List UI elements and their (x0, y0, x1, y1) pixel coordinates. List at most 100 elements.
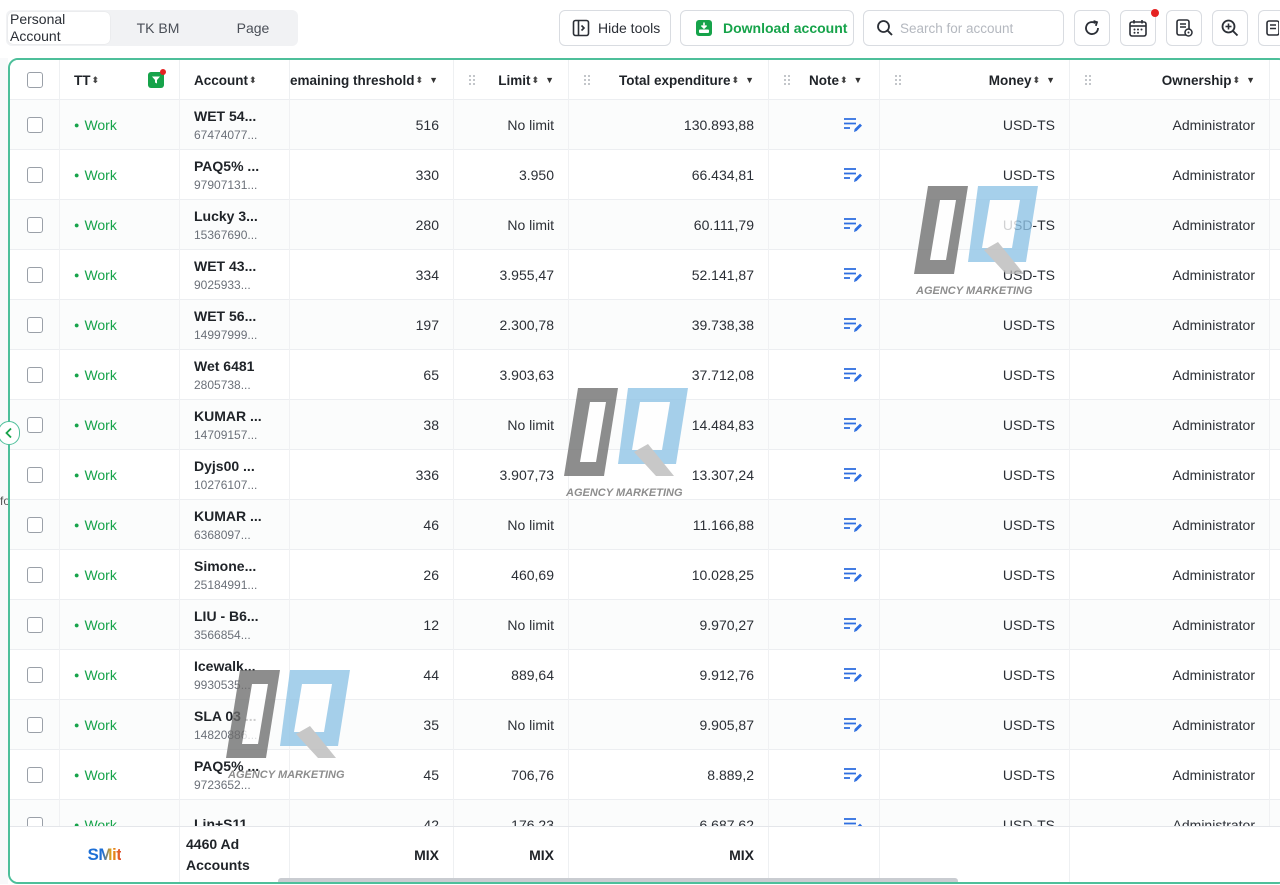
row-checkbox[interactable] (26, 167, 43, 183)
drag-handle-icon[interactable] (783, 74, 791, 89)
account-cell[interactable]: PAQ5% ... 97907131... (180, 150, 290, 200)
chevron-down-icon[interactable]: ▼ (1046, 75, 1055, 85)
chevron-down-icon[interactable]: ▼ (429, 75, 438, 85)
table-row[interactable]: Work Simone... 25184991... 26460,6910.028,2… (10, 550, 1280, 600)
table-row[interactable]: Work PAQ5% ... 9723652... 45706,768.889,2 US… (10, 750, 1280, 800)
row-checkbox[interactable] (26, 717, 43, 733)
row-checkbox[interactable] (26, 117, 43, 133)
download-icon (696, 20, 712, 36)
limit-cell: 3.903,63 (454, 350, 569, 400)
tab-page[interactable]: Page (206, 10, 300, 46)
table-row[interactable]: Work SLA 03 ... 14820886... 35No limit9.905… (10, 700, 1280, 750)
edit-note-icon[interactable] (843, 716, 863, 734)
account-cell[interactable]: Icewalk... 9930535... (180, 650, 290, 700)
account-cell[interactable]: Wet 6481 2805738... (180, 350, 290, 400)
row-checkbox[interactable] (26, 467, 43, 483)
row-checkbox[interactable] (26, 617, 43, 633)
tab-tk-bm[interactable]: TK BM (110, 10, 206, 46)
download-account-button[interactable]: Download account (680, 10, 854, 46)
account-cell[interactable]: LIU - B6... 3566854... (180, 600, 290, 650)
column-account[interactable]: Account ⬍ (180, 60, 290, 100)
table-row[interactable]: Work LIU - B6... 3566854... 12No limit9.970… (10, 600, 1280, 650)
chevron-down-icon[interactable]: ▼ (1246, 75, 1255, 85)
collapse-sidebar-button[interactable] (0, 421, 20, 445)
row-checkbox[interactable] (26, 667, 43, 683)
status-cell: Work (60, 200, 180, 250)
table-row[interactable]: Work Lucky 3... 15367690... 280No limit60.1… (10, 200, 1280, 250)
refresh-button[interactable] (1074, 10, 1110, 46)
account-id: 14709157... (194, 427, 258, 442)
drag-handle-icon[interactable] (468, 74, 476, 89)
edit-note-icon[interactable] (843, 666, 863, 684)
row-checkbox[interactable] (26, 267, 43, 283)
row-checkbox[interactable] (26, 767, 43, 783)
edit-note-icon[interactable] (843, 616, 863, 634)
money-cell: USD-TS (880, 400, 1070, 450)
edit-note-icon[interactable] (843, 416, 863, 434)
limit-cell: No limit (454, 400, 569, 450)
row-checkbox[interactable] (26, 317, 43, 333)
column-total-expenditure[interactable]: Total expenditure ⬍ ▼ (569, 60, 769, 100)
table-row[interactable]: Work WET 43... 9025933... 3343.955,4752.141… (10, 250, 1280, 300)
chevron-down-icon[interactable]: ▼ (745, 75, 754, 85)
account-cell[interactable]: Simone... 25184991... (180, 550, 290, 600)
edit-note-icon[interactable] (843, 466, 863, 484)
table-row[interactable]: Work Wet 6481 2805738... 653.903,6337.712,0… (10, 350, 1280, 400)
edit-note-icon[interactable] (843, 266, 863, 284)
edit-note-icon[interactable] (843, 166, 863, 184)
export-settings-button[interactable] (1166, 10, 1202, 46)
row-select-cell (10, 300, 60, 350)
row-checkbox[interactable] (26, 567, 43, 583)
account-cell[interactable]: WET 56... 14997999... (180, 300, 290, 350)
status-cell: Work (60, 450, 180, 500)
edit-note-icon[interactable] (843, 766, 863, 784)
account-type-tabs: Personal Account TK BM Page (6, 10, 298, 46)
account-cell[interactable]: Lucky 3... 15367690... (180, 200, 290, 250)
column-money[interactable]: Money ⬍ ▼ (880, 60, 1070, 100)
account-cell[interactable]: KUMAR ... 6368097... (180, 500, 290, 550)
row-checkbox[interactable] (26, 417, 43, 433)
select-all-checkbox[interactable] (26, 72, 43, 88)
hide-tools-button[interactable]: Hide tools (559, 10, 671, 46)
table-row[interactable]: Work PAQ5% ... 97907131... 3303.95066.434,8… (10, 150, 1280, 200)
table-row[interactable]: Work Icewalk... 9930535... 44889,649.912,76… (10, 650, 1280, 700)
table-row[interactable]: Work WET 56... 14997999... 1972.300,7839.73… (10, 300, 1280, 350)
account-cell[interactable]: PAQ5% ... 9723652... (180, 750, 290, 800)
search-input[interactable] (900, 20, 1060, 36)
table-row[interactable]: Work KUMAR ... 14709157... 38No limit14.484… (10, 400, 1280, 450)
column-tt[interactable]: TT ⬍ (60, 60, 180, 100)
row-checkbox[interactable] (26, 217, 43, 233)
table-row[interactable]: Work WET 54... 67474077... 516No limit130.8… (10, 100, 1280, 150)
edit-note-icon[interactable] (843, 516, 863, 534)
column-remaining-threshold[interactable]: emaining threshold ⬍ ▼ (290, 60, 454, 100)
account-cell[interactable]: Dyjs00 ... 10276107... (180, 450, 290, 500)
edit-note-icon[interactable] (843, 116, 863, 134)
table-row[interactable]: Work KUMAR ... 6368097... 46No limit11.166,… (10, 500, 1280, 550)
chevron-down-icon[interactable]: ▼ (545, 75, 554, 85)
row-checkbox[interactable] (26, 517, 43, 533)
edit-note-icon[interactable] (843, 316, 863, 334)
tab-personal-account[interactable]: Personal Account (8, 11, 110, 44)
column-ownership[interactable]: Ownership ⬍ ▼ (1070, 60, 1270, 100)
calendar-button[interactable] (1120, 10, 1156, 46)
edit-note-icon[interactable] (843, 216, 863, 234)
account-cell[interactable]: WET 54... 67474077... (180, 100, 290, 150)
row-checkbox[interactable] (26, 367, 43, 383)
account-cell[interactable]: WET 43... 9025933... (180, 250, 290, 300)
status-cell: Work (60, 300, 180, 350)
edit-note-icon[interactable] (843, 366, 863, 384)
horizontal-scrollbar[interactable] (278, 878, 958, 882)
account-cell[interactable]: SLA 03 ... 14820886... (180, 700, 290, 750)
more-tools-button[interactable] (1258, 10, 1280, 46)
zoom-button[interactable] (1212, 10, 1248, 46)
column-note[interactable]: Note ⬍ ▼ (769, 60, 880, 100)
account-cell[interactable]: KUMAR ... 14709157... (180, 400, 290, 450)
edit-note-icon[interactable] (843, 566, 863, 584)
drag-handle-icon[interactable] (583, 74, 591, 89)
drag-handle-icon[interactable] (894, 74, 902, 89)
chevron-down-icon[interactable]: ▼ (854, 75, 863, 85)
drag-handle-icon[interactable] (1084, 74, 1092, 89)
table-row[interactable]: Work Dyjs00 ... 10276107... 3363.907,7313.3… (10, 450, 1280, 500)
column-limit[interactable]: Limit ⬍ ▼ (454, 60, 569, 100)
row-select-cell (10, 100, 60, 150)
